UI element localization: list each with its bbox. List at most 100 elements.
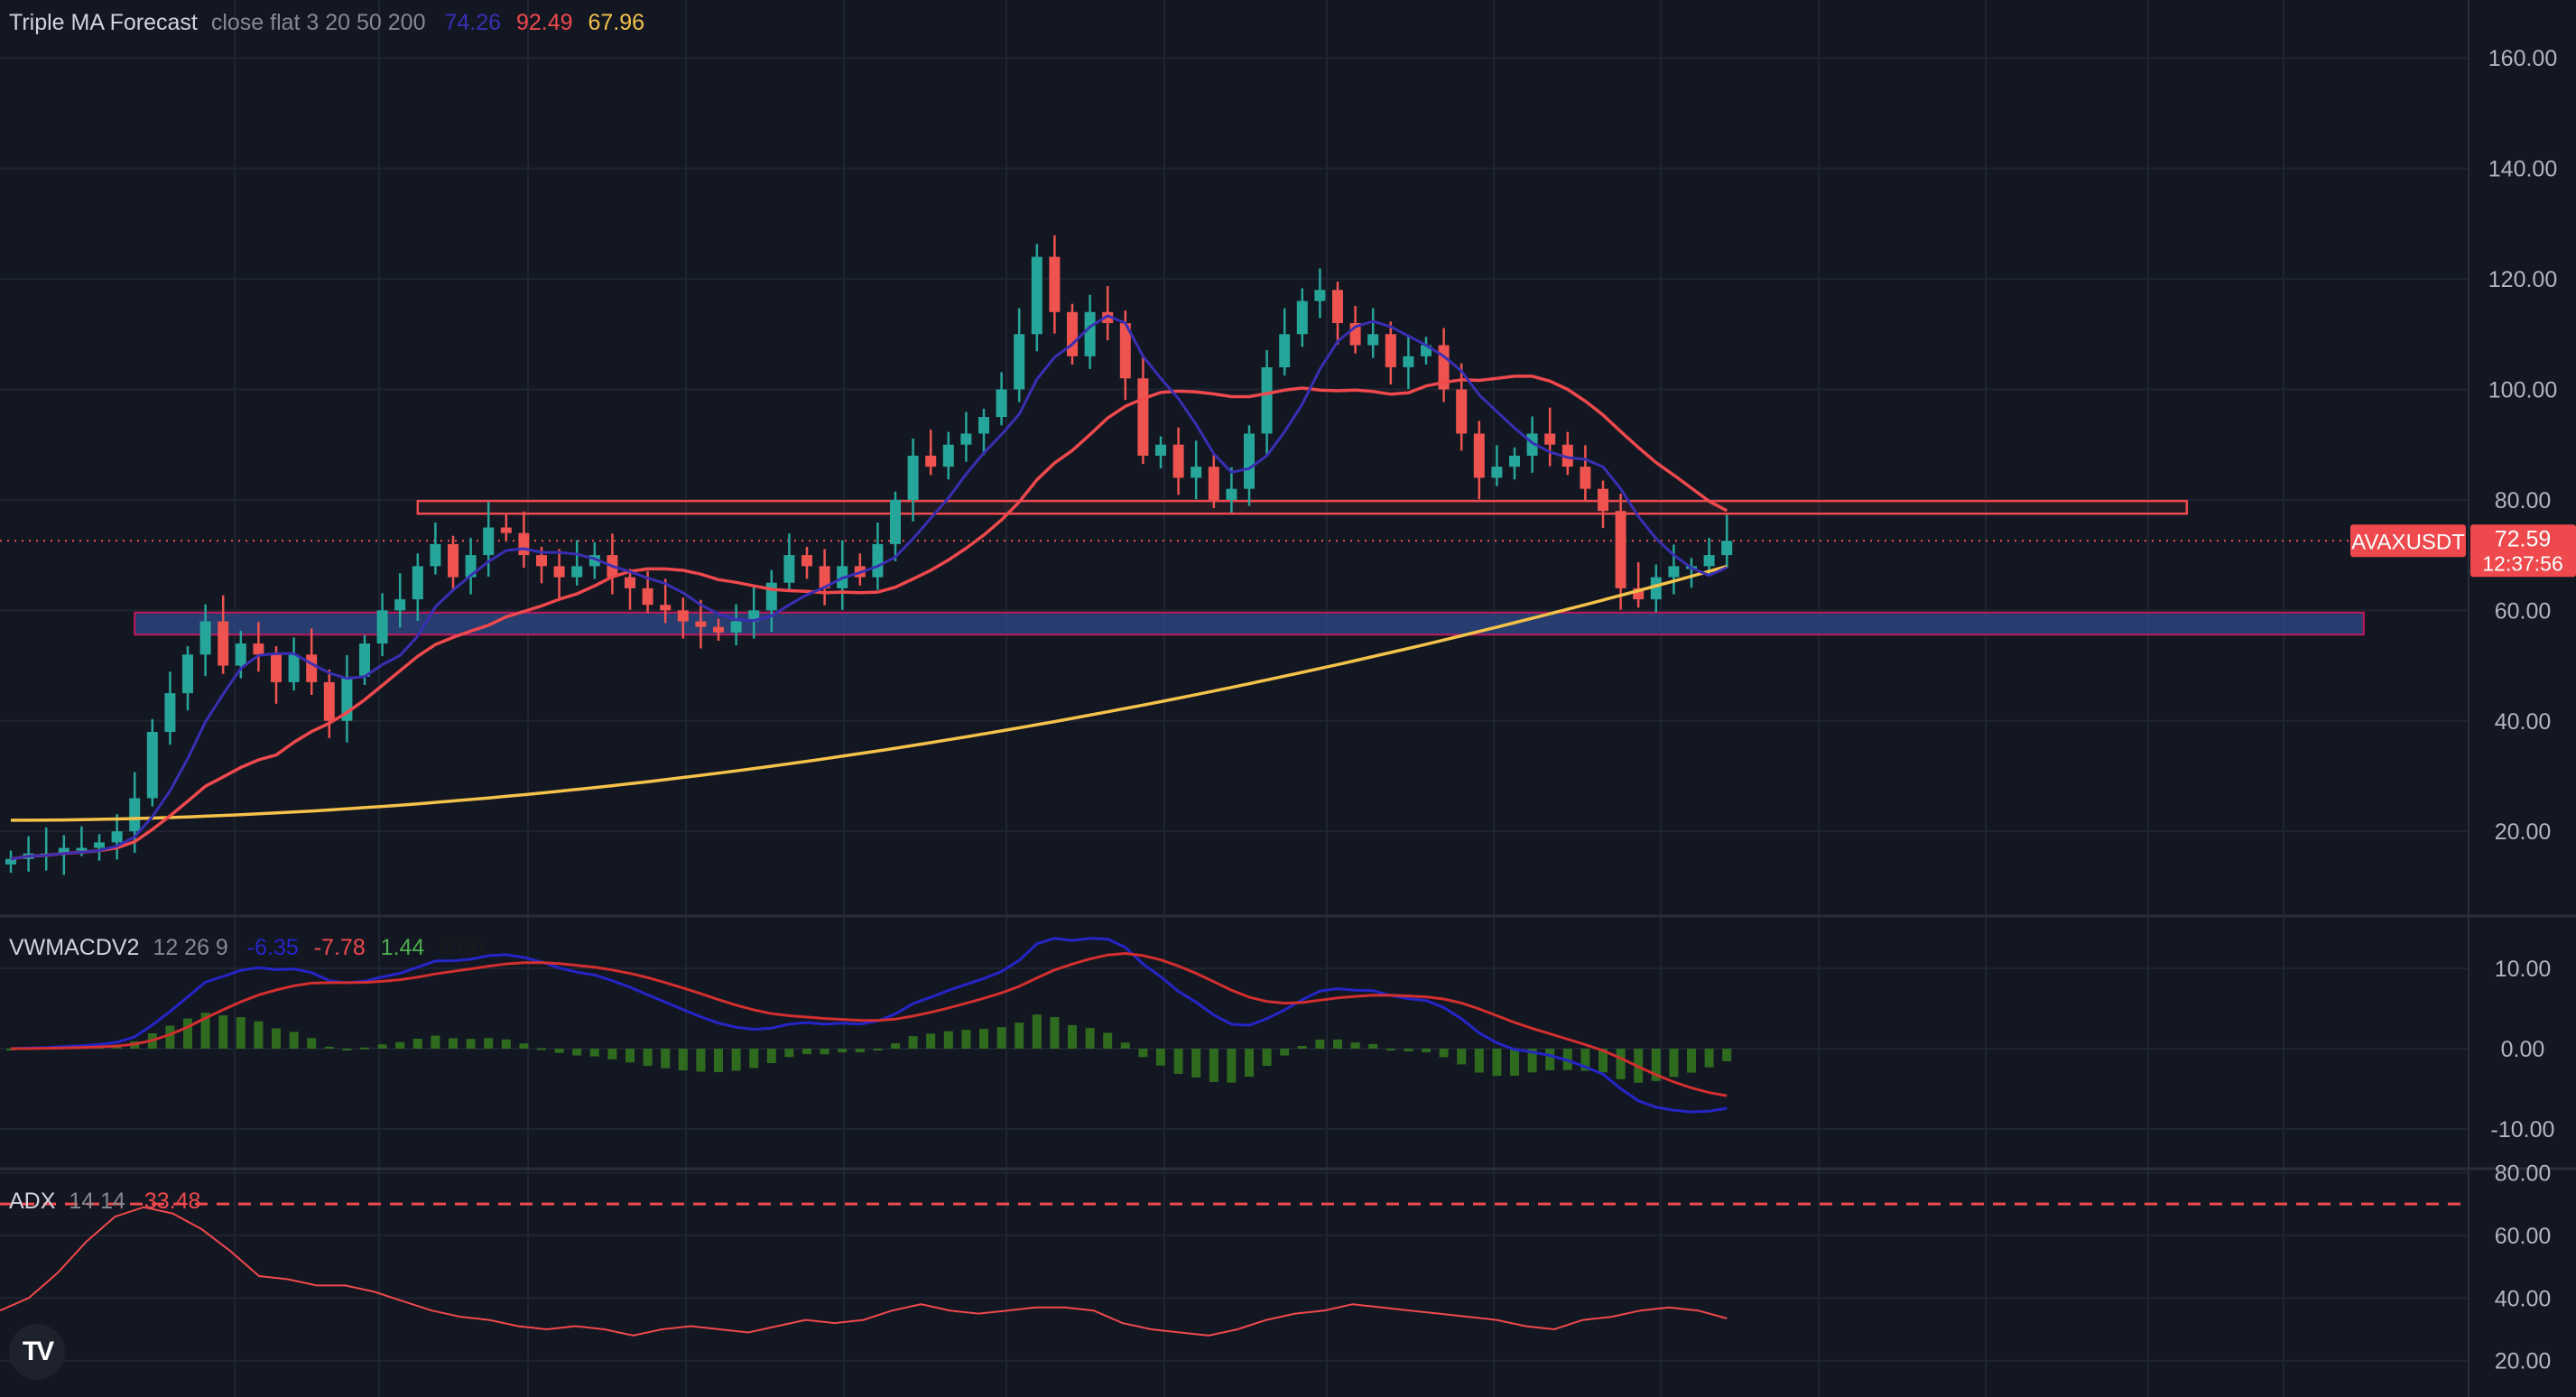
candle-body-78 [1385, 334, 1396, 367]
candle-body-44 [783, 555, 795, 583]
chart-canvas[interactable]: 160.00 140.00 120.00 100.00 80.00 60.00 40.00 2… [0, 0, 2576, 1397]
candle-body-89 [1580, 467, 1591, 489]
candle-body-53 [942, 444, 954, 467]
candle-body-20 [359, 643, 370, 677]
macd-legend-title: VWMACDV2 [9, 935, 140, 960]
macd-legend-value-macd: -6.35 [246, 935, 299, 960]
candle-body-28 [500, 527, 512, 533]
trading-chart-app: 160.00 140.00 120.00 100.00 80.00 60.00 40.00 2… [0, 0, 2576, 1397]
macd-hist-bar-34 [607, 1049, 617, 1059]
candle-body-58 [1031, 256, 1042, 335]
price-badge-price: 72.59 [2495, 526, 2552, 551]
macd-hist-bar-22 [395, 1041, 405, 1049]
macd-hist-bar-29 [519, 1043, 529, 1049]
candle-body-24 [430, 543, 441, 567]
adx-tick-label-1: 60.00 [2495, 1224, 2552, 1249]
tradingview-logo-icon[interactable]: TV [9, 1324, 65, 1380]
candle-body-11 [199, 621, 211, 655]
macd-hist-bar-74 [1315, 1039, 1325, 1049]
macd-hist-bar-43 [766, 1049, 776, 1064]
macd-hist-bar-41 [731, 1049, 741, 1071]
main-legend[interactable]: Triple MA Forecast close flat 3 20 50 20… [9, 9, 653, 36]
adx-legend[interactable]: ADX 14 14 33.48 [9, 1188, 209, 1215]
macd-hist-bar-73 [1297, 1045, 1307, 1049]
macd-hist-bar-16 [289, 1032, 299, 1049]
macd-hist-bar-18 [324, 1046, 334, 1049]
macd-hist-bar-87 [1545, 1049, 1555, 1070]
macd-hist-bar-56 [996, 1027, 1006, 1049]
candle-body-21 [376, 610, 388, 644]
candle-body-43 [765, 582, 777, 611]
candle-body-56 [996, 389, 1007, 418]
main-legend-value-mid: 92.49 [515, 10, 573, 35]
macd-hist-bar-50 [891, 1043, 900, 1049]
macd-hist-bar-24 [431, 1035, 440, 1049]
candle-body-5 [94, 842, 105, 848]
macd-hist-bar-36 [643, 1049, 653, 1067]
candle-body-66 [1172, 444, 1184, 478]
main-legend-value-fast: 74.26 [444, 10, 501, 35]
macd-hist-bar-51 [908, 1036, 918, 1049]
main-legend-args: close flat 3 20 50 200 [210, 10, 426, 35]
chart-background [0, 0, 2576, 1397]
macd-hist-bar-78 [1385, 1049, 1395, 1050]
candle-body-82 [1456, 389, 1468, 434]
macd-hist-bar-97 [1722, 1049, 1732, 1061]
macd-hist-bar-79 [1404, 1049, 1413, 1052]
candle-body-45 [802, 555, 812, 567]
macd-hist-bar-94 [1669, 1049, 1679, 1078]
candle-body-4 [76, 847, 88, 851]
macd-hist-bar-42 [749, 1049, 759, 1069]
candle-body-25 [448, 543, 459, 578]
candle-body-94 [1668, 566, 1680, 578]
price-tick-label-2: 120.00 [2488, 267, 2557, 292]
candle-body-70 [1244, 433, 1255, 489]
macd-hist-bar-77 [1368, 1043, 1378, 1049]
price-tick-label-3: 100.00 [2488, 377, 2557, 402]
macd-tick-label-2: -10.00 [2491, 1117, 2555, 1143]
macd-hist-bar-15 [272, 1028, 281, 1049]
macd-hist-bar-47 [838, 1049, 848, 1053]
macd-hist-bar-95 [1687, 1049, 1696, 1073]
macd-hist-bar-28 [501, 1039, 511, 1049]
candle-body-7 [129, 798, 141, 832]
macd-hist-bar-48 [855, 1049, 865, 1053]
candle-body-12 [218, 621, 229, 666]
candle-body-65 [1155, 444, 1166, 456]
candle-body-10 [182, 654, 193, 694]
candle-body-69 [1226, 488, 1237, 500]
macd-hist-bar-71 [1262, 1049, 1272, 1067]
candle-body-71 [1261, 367, 1273, 434]
macd-hist-bar-45 [802, 1049, 811, 1055]
candle-body-97 [1721, 541, 1733, 556]
candle-body-77 [1367, 334, 1379, 346]
macd-hist-bar-83 [1474, 1049, 1484, 1073]
price-tick-label-1: 140.00 [2488, 157, 2557, 182]
candle-body-91 [1615, 511, 1626, 588]
price-tick-label-4: 80.00 [2495, 488, 2552, 513]
macd-hist-bar-35 [625, 1049, 635, 1063]
macd-hist-bar-60 [1068, 1024, 1077, 1049]
candle-body-31 [553, 566, 565, 578]
macd-hist-bar-21 [377, 1044, 387, 1049]
candle-body-64 [1137, 378, 1149, 456]
candle-body-73 [1296, 301, 1308, 335]
macd-hist-bar-9 [165, 1025, 175, 1049]
macd-hist-bar-82 [1457, 1049, 1467, 1065]
candle-body-23 [412, 566, 423, 600]
candle-body-13 [235, 643, 246, 666]
macd-hist-bar-12 [218, 1015, 228, 1049]
main-legend-title: Triple MA Forecast [9, 10, 198, 35]
candle-body-14 [253, 643, 264, 655]
candle-body-87 [1544, 433, 1556, 445]
macd-legend[interactable]: VWMACDV2 12 26 9 -6.35 -7.78 1.44 0.00 [9, 934, 493, 961]
candle-body-72 [1279, 334, 1291, 367]
candle-body-52 [925, 455, 937, 467]
macd-hist-bar-40 [714, 1049, 723, 1073]
resistance-zone [416, 499, 2189, 515]
macd-hist-bar-31 [554, 1049, 564, 1053]
candle-body-67 [1191, 467, 1202, 478]
macd-hist-bar-23 [412, 1038, 422, 1049]
macd-hist-bar-70 [1245, 1049, 1254, 1078]
macd-hist-bar-20 [360, 1047, 369, 1050]
